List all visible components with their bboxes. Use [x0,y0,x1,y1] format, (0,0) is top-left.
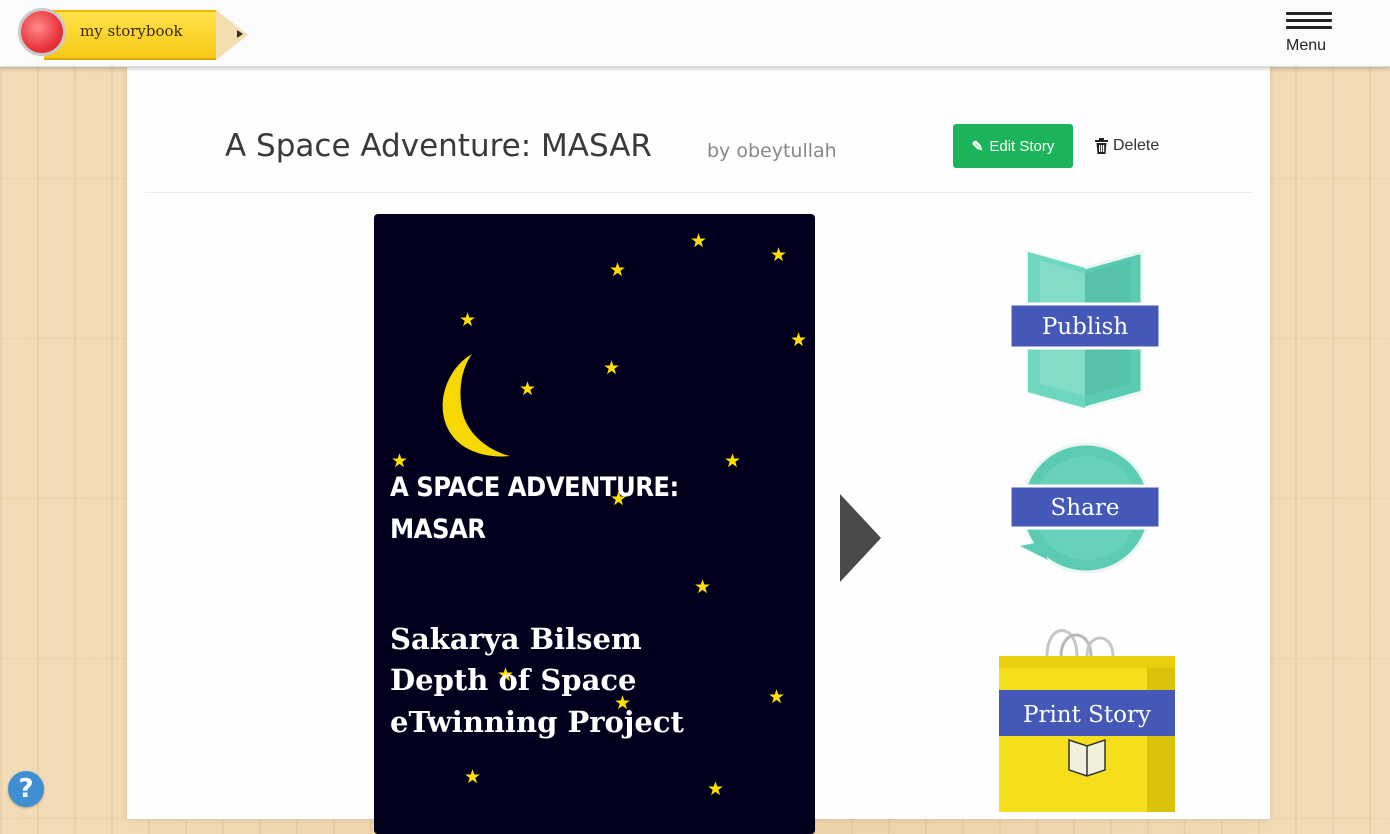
cover-subtitle: Sakarya Bilsem Depth of Space eTwinning … [390,619,800,743]
hamburger-icon-bar [1286,26,1332,29]
star-icon: ★ [707,778,725,800]
star-icon: ★ [770,244,788,266]
pencil-eraser [18,8,66,56]
star-icon: ★ [464,766,482,788]
logo-text: my storybook [80,22,183,40]
hamburger-icon [1286,12,1332,15]
pencil-lead [237,30,243,38]
print-story-button[interactable]: Print Story [997,622,1175,814]
page-title: A Space Adventure: MASAR [225,128,652,164]
publish-label: Publish [1042,314,1129,340]
trash-icon [1095,138,1108,154]
cover-title-line1: A SPACE ADVENTURE: [390,472,679,503]
edit-icon: ✎ [971,137,984,154]
cover-title-line2: MASAR [390,513,486,545]
delete-label: Delete [1113,137,1160,154]
cover-title: A SPACE ADVENTURE: MASAR [390,467,790,551]
story-author: by obeytullah [707,140,837,162]
edit-story-label: Edit Story [989,137,1055,155]
delete-button[interactable]: Delete [1095,134,1159,158]
menu-label: Menu [1286,37,1327,54]
cover-sub-line2: Depth of Space [390,663,637,698]
menu-button[interactable]: Menu [1284,12,1334,56]
hamburger-icon-bar [1286,19,1332,22]
cover-sub-line1: Sakarya Bilsem [390,622,642,656]
star-icon: ★ [459,309,477,331]
logo[interactable]: my storybook [18,8,248,60]
star-icon: ★ [790,329,808,351]
story-panel: A Space Adventure: MASAR by obeytullah ✎… [127,66,1270,834]
moon-icon [442,354,510,457]
cover-sub-line3: eTwinning Project [390,704,684,739]
edit-story-button[interactable]: ✎ Edit Story [953,124,1073,168]
publish-button[interactable]: Publish [1010,246,1160,408]
next-arrow-icon[interactable] [840,494,881,582]
star-icon: ★ [694,576,712,598]
divider [145,192,1252,193]
top-bar: my storybook Menu [0,0,1390,67]
star-icon: ★ [519,378,537,400]
share-label: Share [1051,495,1120,521]
star-icon: ★ [690,230,708,252]
pencil-tip [216,10,248,60]
star-icon: ★ [603,357,621,379]
print-story-label: Print Story [1023,702,1151,728]
help-icon[interactable]: ? [8,771,44,807]
share-button[interactable]: Share [1010,442,1160,576]
story-cover[interactable]: ★ ★ ★ ★ ★ ★ ★ ★ ★ ★ ★ ★ ★ ★ ★ ★ A SPACE … [374,214,815,834]
star-icon: ★ [609,259,627,281]
